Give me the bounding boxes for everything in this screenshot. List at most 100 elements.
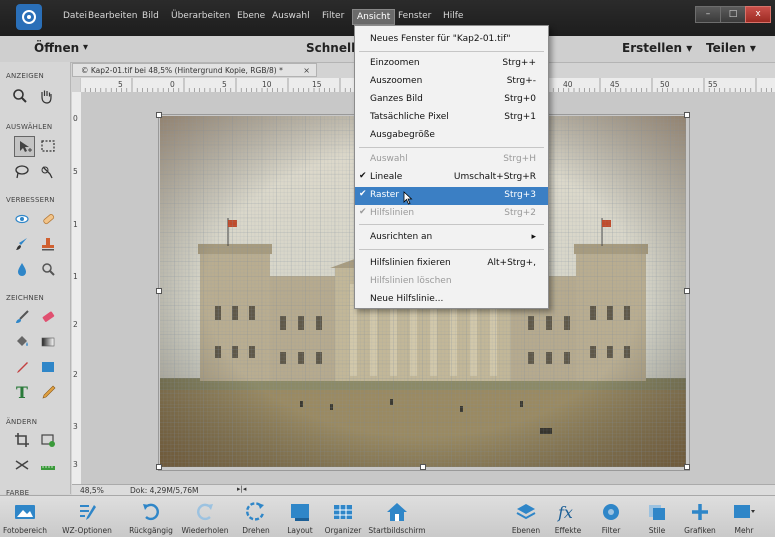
more-button[interactable]: Mehr	[724, 496, 764, 537]
menu-item-label: Tatsächliche Pixel	[370, 112, 449, 122]
ruler-v-label: 3	[73, 460, 78, 469]
marquee-tool-icon[interactable]	[38, 136, 58, 156]
blur-tool-icon[interactable]	[12, 259, 32, 279]
menu-item-snap-to[interactable]: Ausrichten an ▸	[355, 229, 548, 247]
close-button[interactable]: x	[745, 6, 771, 23]
menu-item-guides: ✔ Hilfslinien Strg+2	[355, 205, 548, 223]
transform-handle[interactable]	[684, 112, 690, 118]
menu-item-label: Ausgabegröße	[370, 130, 435, 140]
transform-handle[interactable]	[156, 464, 162, 470]
menu-item-shortcut: Strg+2	[504, 208, 536, 218]
layers-icon	[514, 501, 538, 523]
tab-close-icon[interactable]: ×	[303, 64, 310, 78]
more-icon	[732, 501, 756, 523]
zoom-tool-icon[interactable]	[10, 86, 30, 106]
zoom-level[interactable]: 48,5%	[80, 486, 104, 495]
svg-text:fx: fx	[557, 503, 573, 522]
transform-handle[interactable]	[684, 464, 690, 470]
menu-ansicht[interactable]: Ansicht	[352, 9, 396, 25]
document-tab[interactable]: © Kap2-01.tif bei 48,5% (Hintergrund Kop…	[72, 63, 317, 77]
effects-button[interactable]: fx Effekte	[548, 496, 588, 537]
undo-button[interactable]: Rückgängig	[126, 496, 176, 537]
layers-button[interactable]: Ebenen	[506, 496, 546, 537]
photo-bin-button[interactable]: Fotobereich	[2, 496, 48, 537]
menu-filter[interactable]: Filter	[322, 11, 344, 21]
menu-fenster[interactable]: Fenster	[398, 11, 431, 21]
app-logo	[16, 4, 42, 30]
menu-item-print-size[interactable]: Ausgabegröße	[355, 127, 548, 145]
tool-options-icon	[75, 501, 99, 523]
photo-bin-icon	[13, 501, 37, 523]
status-arrow-icon[interactable]: ▸|◂	[237, 485, 246, 493]
paint-bucket-icon[interactable]	[12, 332, 32, 352]
smart-brush-icon[interactable]	[12, 234, 32, 254]
transform-handle[interactable]	[420, 464, 426, 470]
maximize-button[interactable]: □	[720, 6, 746, 23]
menu-bearbeiten[interactable]: Bearbeiten	[88, 11, 137, 21]
menu-auswahl[interactable]: Auswahl	[272, 11, 310, 21]
brush-tool-icon[interactable]	[12, 307, 32, 327]
organizer-label: Organizer	[324, 526, 362, 535]
hand-tool-icon[interactable]	[36, 86, 56, 106]
content-move-icon[interactable]	[12, 455, 32, 475]
eyedropper-icon[interactable]	[12, 357, 32, 377]
share-button[interactable]: Teilen ▾	[706, 41, 756, 55]
menu-item-zoom-in[interactable]: Einzoomen Strg++	[355, 55, 548, 73]
transform-handle[interactable]	[156, 288, 162, 294]
red-eye-icon[interactable]	[12, 209, 32, 229]
menu-item-grid[interactable]: ✔ Raster Strg+3	[355, 187, 548, 205]
open-dropdown-icon[interactable]: ▾	[83, 42, 88, 53]
transform-handle[interactable]	[684, 288, 690, 294]
quick-selection-icon[interactable]	[38, 162, 58, 182]
lasso-tool-icon[interactable]	[12, 162, 32, 182]
undo-icon	[139, 501, 163, 523]
minimize-button[interactable]: –	[695, 6, 721, 23]
filter-button[interactable]: Filter	[592, 496, 630, 537]
sponge-tool-icon[interactable]	[38, 259, 58, 279]
shape-tool-icon[interactable]	[38, 357, 58, 377]
organizer-button[interactable]: Organizer	[320, 496, 366, 537]
redo-button[interactable]: Wiederholen	[176, 496, 234, 537]
menu-item-selection: Auswahl Strg+H	[355, 151, 548, 169]
clone-stamp-icon[interactable]	[38, 234, 58, 254]
move-tool-icon[interactable]	[14, 136, 35, 157]
svg-text:T: T	[16, 383, 28, 401]
ruler-v-label: 5	[73, 167, 78, 176]
open-button[interactable]: Öffnen	[34, 41, 79, 55]
menu-item-actual-pixels[interactable]: Tatsächliche Pixel Strg+1	[355, 109, 548, 127]
home-screen-button[interactable]: Startbildschirm	[364, 496, 430, 537]
app-window: Datei Bearbeiten Bild Überarbeiten Ebene…	[0, 0, 775, 537]
submenu-arrow-icon: ▸	[531, 232, 536, 242]
straighten-tool-icon[interactable]	[38, 455, 58, 475]
menu-bild[interactable]: Bild	[142, 11, 159, 21]
styles-button[interactable]: Stile	[638, 496, 676, 537]
menu-item-zoom-out[interactable]: Auszoomen Strg+-	[355, 73, 548, 91]
pencil-tool-icon[interactable]	[38, 382, 58, 402]
transform-handle[interactable]	[156, 112, 162, 118]
eraser-tool-icon[interactable]	[38, 307, 58, 327]
layout-button[interactable]: Layout	[278, 496, 322, 537]
menu-ebene[interactable]: Ebene	[237, 11, 265, 21]
menu-item-fit-on-screen[interactable]: Ganzes Bild Strg+0	[355, 91, 548, 109]
text-tool-icon[interactable]: T	[12, 382, 32, 402]
crop-tool-icon[interactable]	[12, 430, 32, 450]
create-button[interactable]: Erstellen ▾	[622, 41, 692, 55]
tool-options-button[interactable]: WZ-Optionen	[46, 496, 128, 537]
menu-item-new-guide[interactable]: Neue Hilfslinie...	[355, 291, 548, 309]
graphics-button[interactable]: Grafiken	[678, 496, 722, 537]
menu-hilfe[interactable]: Hilfe	[443, 11, 463, 21]
mode-quick-tab[interactable]: Schnell	[306, 41, 355, 55]
menu-item-new-window[interactable]: Neues Fenster für "Kap2-01.tif"	[355, 31, 548, 49]
recompose-tool-icon[interactable]	[38, 430, 58, 450]
rotate-button[interactable]: Drehen	[234, 496, 278, 537]
menu-item-lock-guides[interactable]: Hilfslinien fixieren Alt+Strg+,	[355, 255, 548, 273]
gradient-tool-icon[interactable]	[38, 332, 58, 352]
spot-healing-icon[interactable]	[38, 209, 58, 229]
check-mark-icon: ✔	[359, 207, 367, 217]
menu-ueberarbeiten[interactable]: Überarbeiten	[171, 11, 230, 21]
menu-datei[interactable]: Datei	[63, 11, 87, 21]
photo-bin-label: Fotobereich	[2, 526, 48, 535]
menu-item-rulers[interactable]: ✔ Lineale Umschalt+Strg+R	[355, 169, 548, 187]
more-label: Mehr	[734, 526, 754, 535]
menu-item-label: Hilfslinien fixieren	[370, 258, 451, 268]
